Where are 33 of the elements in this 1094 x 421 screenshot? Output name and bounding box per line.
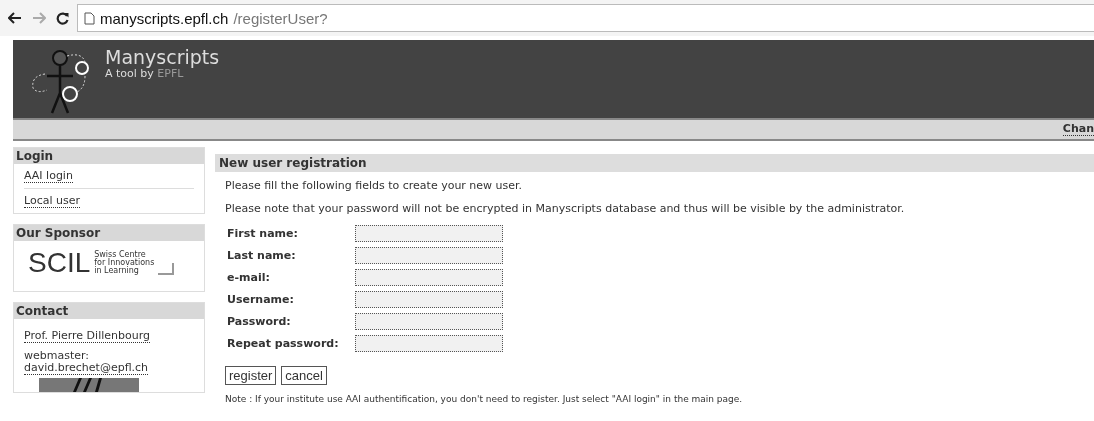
webmaster-label: webmaster: bbox=[24, 350, 91, 362]
input-field[interactable] bbox=[355, 335, 503, 352]
field-label: First name: bbox=[227, 227, 299, 240]
email-link[interactable]: david.brechet@epfl.ch bbox=[24, 361, 149, 375]
field-label: Repeat password: bbox=[227, 337, 340, 350]
logo-icon bbox=[39, 378, 139, 392]
input-field[interactable] bbox=[355, 313, 503, 330]
panel-title: Our Sponsor bbox=[14, 225, 204, 241]
contact-link[interactable]: Prof. Pierre Dillenbourg bbox=[24, 329, 150, 343]
field-label: Password: bbox=[227, 315, 292, 328]
panel-title: Login bbox=[14, 148, 204, 164]
instruction-text: Please fill the following fields to create your new user. bbox=[225, 178, 524, 194]
cancel-button[interactable]: cancel bbox=[281, 366, 327, 385]
input-field[interactable] bbox=[355, 291, 503, 308]
sidebar-link[interactable]: Local user bbox=[24, 194, 80, 208]
field-label: e-mail: bbox=[227, 271, 271, 284]
field-label: Username: bbox=[227, 293, 295, 306]
field-label: Last name: bbox=[227, 249, 297, 262]
reload-icon[interactable] bbox=[56, 11, 69, 25]
input-field[interactable] bbox=[355, 269, 503, 286]
register-button[interactable]: register bbox=[225, 366, 277, 385]
note-text: Note : If your institute use AAI authentification, you don't need to register. Just select "AAI login" in the main page. bbox=[225, 394, 744, 404]
input-field[interactable] bbox=[355, 247, 503, 264]
page-icon bbox=[84, 11, 95, 25]
input-field[interactable] bbox=[355, 225, 503, 242]
address-bar[interactable]: manyscripts.epfl.ch /registerUser? bbox=[77, 4, 1094, 32]
nav-link[interactable]: Chan bbox=[1062, 123, 1094, 136]
instruction-text: Please note that your password will not be encrypted in Manyscripts database and thus will be visible by the administrator. bbox=[225, 201, 906, 217]
epfl-link[interactable]: EPFL bbox=[157, 67, 184, 80]
panel-title: Contact bbox=[14, 303, 204, 319]
back-icon[interactable] bbox=[8, 12, 22, 24]
section-title: New user registration bbox=[215, 154, 1094, 172]
sidebar-link[interactable]: AAI login bbox=[24, 169, 73, 183]
